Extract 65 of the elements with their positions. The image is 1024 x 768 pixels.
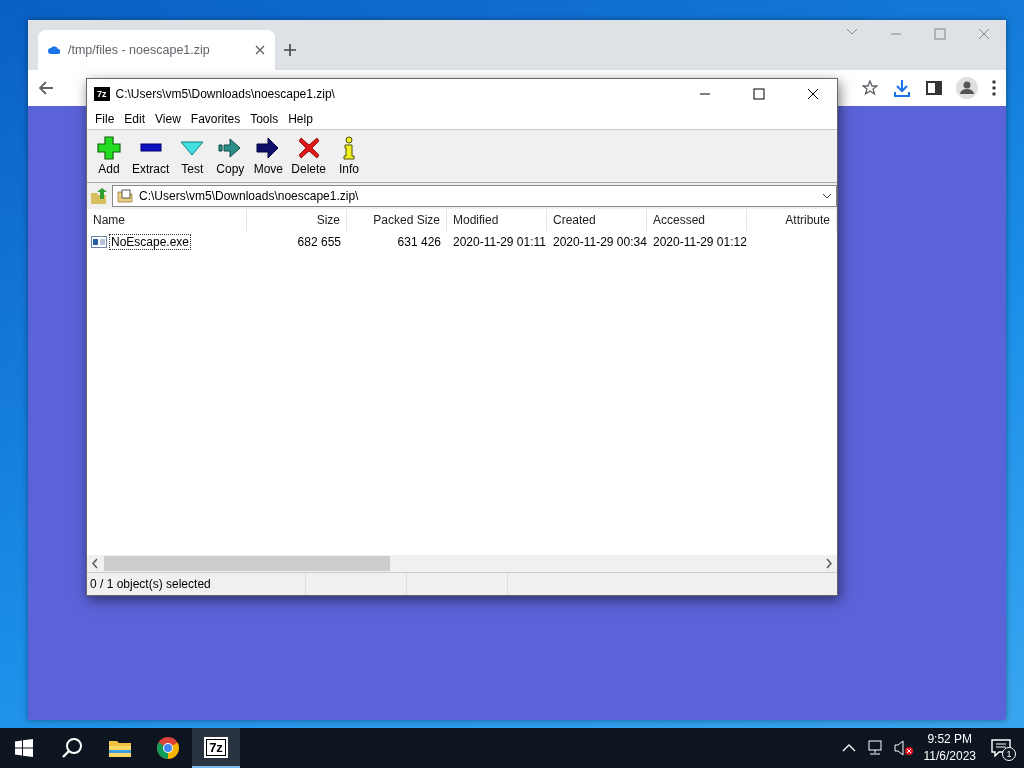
status-text: 0 / 1 object(s) selected xyxy=(87,573,306,595)
chevron-down-icon[interactable] xyxy=(822,193,832,199)
toolbar-button[interactable]: Copy xyxy=(212,136,249,176)
menu-item[interactable]: Favorites xyxy=(185,112,246,126)
app-logo: 7z xyxy=(94,87,110,101)
menu-item[interactable]: Help xyxy=(283,112,318,126)
clock-date[interactable]: 11/6/2023 xyxy=(923,748,976,765)
column-header[interactable]: Packed Size xyxy=(347,209,447,231)
column-header[interactable]: Size xyxy=(247,209,347,231)
menu-item[interactable]: Edit xyxy=(119,112,151,126)
column-header[interactable]: Attribute xyxy=(747,209,837,231)
chrome-icon xyxy=(156,736,180,760)
column-header[interactable]: Accessed xyxy=(647,209,747,231)
close-icon[interactable] xyxy=(255,45,265,55)
cloud-icon xyxy=(48,45,60,55)
notification-button[interactable]: 1 xyxy=(986,733,1016,763)
app-logo: 7z xyxy=(204,736,228,758)
windows-start-icon[interactable] xyxy=(15,739,33,757)
toolbar-button[interactable]: Test xyxy=(174,136,211,176)
toolbar-button[interactable]: Add xyxy=(91,136,127,176)
folder-up-icon[interactable] xyxy=(90,187,108,205)
archive-icon xyxy=(117,189,133,203)
star-icon[interactable] xyxy=(862,80,878,96)
chevron-up-icon[interactable] xyxy=(841,744,856,752)
delete-icon xyxy=(296,136,321,160)
table-cell-text: 682 655 xyxy=(296,234,342,251)
search-icon[interactable] xyxy=(61,737,83,759)
column-header[interactable]: Modified xyxy=(447,209,547,231)
arrow-right-icon xyxy=(218,136,243,160)
back-icon[interactable] xyxy=(38,80,54,96)
side-panel-icon[interactable] xyxy=(926,80,942,96)
window-title: C:\Users\vm5\Downloads\noescape1.zip\ xyxy=(115,87,336,101)
close-icon[interactable] xyxy=(807,88,819,100)
notification-count: 1 xyxy=(1002,747,1016,761)
profile-icon[interactable] xyxy=(956,77,978,99)
menu-icon[interactable] xyxy=(992,80,996,96)
maximize-icon[interactable] xyxy=(753,88,765,100)
menu-item[interactable]: View xyxy=(150,112,186,126)
file-name[interactable]: NoEscape.exe xyxy=(109,234,192,250)
path-field[interactable]: C:\Users\vm5\Downloads\noescape1.zip\ xyxy=(112,185,837,207)
plus-icon xyxy=(97,136,121,160)
muted-speaker-icon[interactable] xyxy=(893,740,914,756)
table-cell-text: 631 426 xyxy=(396,234,442,251)
download-icon[interactable] xyxy=(892,78,912,98)
column-header[interactable]: Created xyxy=(547,209,647,231)
exe-file-icon xyxy=(91,236,107,248)
tab-title: /tmp/files - noescape1.zip xyxy=(68,43,211,57)
network-icon[interactable] xyxy=(865,740,884,756)
arrow-right-icon xyxy=(256,136,281,160)
table-cell-text: 2020-11-29 00:34 xyxy=(552,234,647,251)
column-header[interactable]: Name xyxy=(87,209,247,231)
table-cell-text: 2020-11-29 01:12 xyxy=(652,234,747,251)
table-cell-text: 2020-11-29 01:11 xyxy=(452,234,547,251)
folder-icon xyxy=(108,738,132,758)
toolbar-button[interactable]: Extract xyxy=(129,136,173,176)
toolbar-button[interactable]: Move xyxy=(250,136,287,176)
menu-item[interactable]: Tools xyxy=(245,112,284,126)
scrollbar-thumb[interactable] xyxy=(104,556,390,571)
menu-item[interactable]: File xyxy=(90,112,120,126)
toolbar-button[interactable]: Delete xyxy=(288,136,330,176)
browser-tab[interactable]: /tmp/files - noescape1.zip xyxy=(38,30,275,70)
new-tab-icon[interactable] xyxy=(283,43,297,57)
taskbar-app[interactable]: 7z xyxy=(192,728,240,768)
clock-time[interactable]: 9:52 PM xyxy=(927,731,973,748)
toolbar-button[interactable]: Info xyxy=(331,136,368,176)
